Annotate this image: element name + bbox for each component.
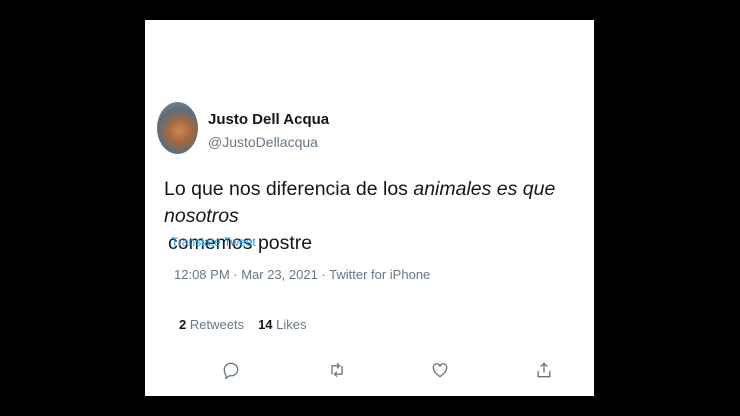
retweets-label: Retweets	[189, 317, 245, 332]
author-handle[interactable]: @JustoDellacqua	[208, 134, 318, 150]
likes-label: Likes	[276, 317, 307, 332]
share-icon	[537, 362, 551, 378]
avatar[interactable]	[157, 102, 198, 154]
tweet-text-part1: Lo que nos diferencia de los	[164, 178, 414, 200]
like-button[interactable]	[430, 360, 450, 380]
share-button[interactable]	[534, 360, 554, 380]
tweet-card: Justo Dell Acqua @JustoDellacqua Lo que …	[145, 20, 594, 396]
likes-stat[interactable]: 14 Likes	[258, 317, 306, 332]
reply-button[interactable]	[221, 360, 241, 380]
like-icon	[432, 363, 448, 378]
retweets-stat[interactable]: 2 Retweets	[179, 317, 244, 332]
retweet-icon	[331, 362, 343, 378]
tweet-stats: 2 Retweets 14 Likes	[179, 317, 307, 332]
tweet-timestamp[interactable]: 12:08 PM · Mar 23, 2021 · Twitter for iP…	[174, 267, 430, 282]
retweets-count: 2	[179, 317, 187, 332]
author-name[interactable]: Justo Dell Acqua	[208, 111, 329, 128]
translate-tweet-link[interactable]: Translate Tweet	[171, 235, 256, 249]
likes-count: 14	[258, 317, 273, 332]
retweet-button[interactable]	[327, 360, 347, 380]
reply-icon	[223, 362, 239, 380]
